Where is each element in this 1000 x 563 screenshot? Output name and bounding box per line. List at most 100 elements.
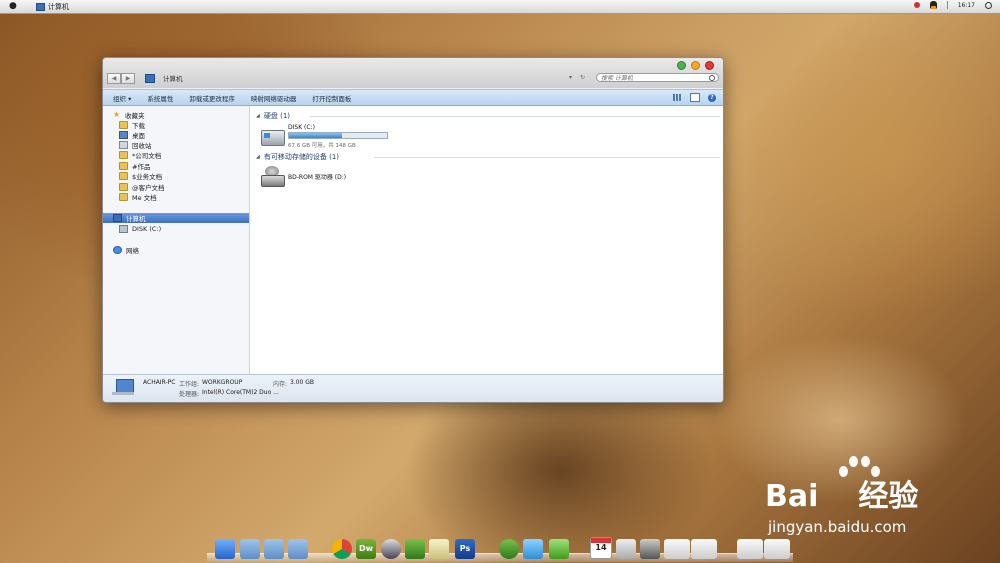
collapse-triangle-icon[interactable]: ◢: [256, 113, 260, 119]
sidebar-item-me-docs[interactable]: Me 文档: [119, 192, 157, 202]
address-dropdown-icon[interactable]: ▾: [569, 74, 572, 81]
menu-app-title[interactable]: 计算机: [36, 2, 69, 12]
help-icon[interactable]: ?: [708, 93, 716, 102]
computer-name: ACHAIR-PC: [143, 379, 176, 386]
sidebar-item-favorites[interactable]: ★ 收藏夹: [113, 110, 145, 121]
system-properties-button[interactable]: 系统属性: [147, 93, 173, 103]
sidebar-item-desktop[interactable]: 桌面: [119, 130, 145, 140]
baidu-watermark: Bai 经验 jingyan.baidu.com: [765, 456, 995, 546]
calculator-icon[interactable]: [616, 539, 636, 559]
computer-icon: [113, 214, 122, 222]
watermark-brand: Bai 经验: [765, 479, 919, 514]
dock: Dw Ps 14: [207, 536, 793, 562]
group-divider: [374, 157, 720, 158]
sidebar-item-business-docs[interactable]: $业务文档: [119, 171, 162, 181]
nav-buttons: ◀ ▶: [107, 73, 135, 84]
window-thumbnail[interactable]: [737, 539, 763, 559]
optical-drive-icon: [261, 166, 285, 187]
drive-icon: [119, 225, 128, 233]
folder-icon: [119, 162, 128, 170]
workgroup-value: WORKGROUP: [202, 379, 243, 386]
trash-icon[interactable]: [640, 539, 660, 559]
computer-icon: [36, 3, 45, 11]
sidebar-item-client-docs[interactable]: @客户文档: [119, 182, 165, 192]
system-tray: 16:17: [913, 1, 992, 9]
sidebar-item-network[interactable]: 网络: [113, 245, 139, 255]
map-network-drive-button[interactable]: 映射网络驱动器: [251, 93, 297, 103]
qq-icon[interactable]: [929, 1, 937, 9]
sidebar-item-downloads[interactable]: 下载: [119, 120, 145, 130]
group-divider: [310, 116, 720, 117]
search-icon[interactable]: [709, 75, 715, 81]
memory-value: 3.00 GB: [290, 379, 315, 386]
change-view-icon[interactable]: [673, 94, 682, 101]
app-icon[interactable]: [549, 539, 569, 559]
photoshop-icon[interactable]: Ps: [455, 539, 475, 559]
evernote-icon[interactable]: [499, 539, 519, 559]
folder-icon: [119, 121, 128, 129]
sidebar-item-works[interactable]: #作品: [119, 161, 150, 171]
browser-icon[interactable]: [381, 539, 401, 559]
processor-label: 处理器:: [179, 391, 200, 398]
search-input[interactable]: 搜索 计算机: [596, 73, 719, 82]
open-control-panel-button[interactable]: 打开控制面板: [312, 93, 351, 103]
chrome-icon[interactable]: [332, 539, 352, 559]
window-thumbnail[interactable]: [664, 539, 690, 559]
sidebar-item-computer[interactable]: 计算机: [103, 213, 249, 223]
notes-icon[interactable]: [429, 539, 449, 559]
navigation-pane: ★ 收藏夹 下载 桌面 回收站 *公司文档 #作品 $业务文档 @客户文档 Me…: [103, 106, 250, 374]
calendar-icon[interactable]: 14: [590, 537, 612, 559]
folder-icon: [119, 172, 128, 180]
group-header-removable[interactable]: ◢ 有可移动存储的设备 (1): [256, 152, 339, 162]
uninstall-program-button[interactable]: 卸载或更改程序: [189, 93, 235, 103]
computer-icon: [112, 379, 134, 395]
recycle-bin-icon: [119, 141, 128, 149]
sidebar-item-company-docs[interactable]: *公司文档: [119, 150, 161, 160]
documents-folder-icon[interactable]: [288, 539, 308, 559]
back-button[interactable]: ◀: [107, 73, 121, 84]
organize-button[interactable]: 组织 ▾: [113, 93, 131, 103]
explorer-window: ◀ ▶ 计算机 ▾ ↻ 搜索 计算机 组织 ▾ 系统属性 卸载或更改程序 映射网…: [102, 57, 724, 403]
music-folder-icon[interactable]: [264, 539, 284, 559]
address-bar[interactable]: 计算机: [145, 73, 183, 83]
window-controls: [677, 61, 714, 70]
folder-icon: [119, 183, 128, 191]
notification-icon[interactable]: [913, 2, 920, 8]
window-titlebar[interactable]: ◀ ▶ 计算机 ▾ ↻ 搜索 计算机: [103, 58, 723, 88]
tray-separator: [946, 1, 948, 9]
dreamweaver-icon[interactable]: Dw: [356, 539, 376, 559]
close-button[interactable]: [705, 61, 714, 70]
menu-bar: ● 计算机 16:17: [0, 0, 1000, 14]
refresh-icon[interactable]: ↻: [580, 74, 585, 81]
preview-pane-icon[interactable]: [690, 93, 700, 102]
minimize-button[interactable]: [691, 61, 700, 70]
finder-icon[interactable]: [215, 539, 235, 559]
computer-icon: [145, 73, 155, 83]
folder-icon: [119, 151, 128, 159]
collapse-triangle-icon[interactable]: ◢: [256, 154, 260, 160]
forward-button[interactable]: ▶: [121, 73, 135, 84]
apple-icon[interactable]: ●: [9, 1, 17, 11]
drive-usage-bar: [288, 132, 388, 139]
sidebar-item-recycle-bin[interactable]: 回收站: [119, 140, 152, 150]
drive-usage-fill: [289, 133, 342, 138]
drive-name: DISK (C:): [288, 124, 315, 131]
search-placeholder: 搜索 计算机: [601, 75, 633, 82]
spotlight-icon[interactable]: [985, 1, 992, 9]
drive-name: BD-ROM 驱动器 (D:): [288, 174, 347, 181]
flash-icon[interactable]: [405, 539, 425, 559]
window-thumbnail[interactable]: [691, 539, 717, 559]
sidebar-item-disk-c[interactable]: DISK (C:): [119, 224, 161, 234]
app-icon[interactable]: [523, 539, 543, 559]
processor-value: Intel(R) Core(TM)2 Duo ...: [202, 389, 279, 396]
hard-drive-icon: [261, 130, 285, 146]
maximize-button[interactable]: [677, 61, 686, 70]
desktop-icon: [119, 131, 128, 139]
folder-icon: [119, 193, 128, 201]
group-header-hard-disks[interactable]: ◢ 硬盘 (1): [256, 111, 290, 121]
menu-app-label: 计算机: [48, 3, 69, 11]
applications-folder-icon[interactable]: [240, 539, 260, 559]
workgroup-label: 工作组:: [179, 381, 200, 388]
star-icon: ★: [113, 110, 121, 119]
clock[interactable]: 16:17: [958, 2, 975, 9]
